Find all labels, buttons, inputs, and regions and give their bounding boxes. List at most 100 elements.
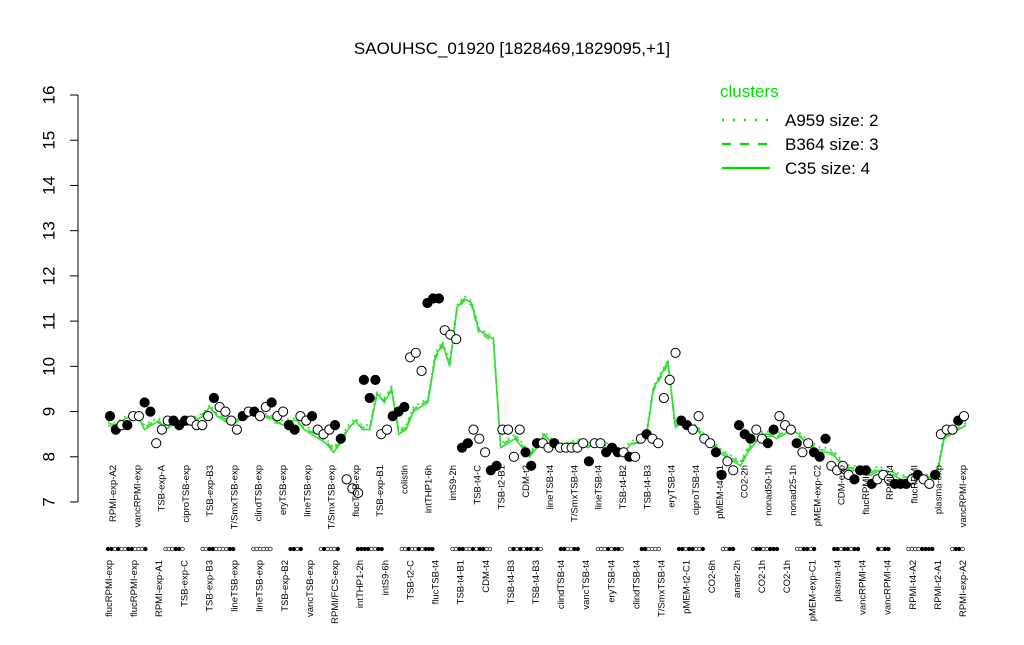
sample-label-upper: ciproTSB-exp xyxy=(181,465,192,523)
sample-label-upper: eryTSB-t4 xyxy=(667,465,678,508)
data-point xyxy=(306,411,318,422)
data-point xyxy=(583,456,595,467)
rug-marker xyxy=(231,546,236,552)
upper-sample-labels: RPMI-exp-A2 vancRPMI-exp TSB-exp-A ciproTSB… xyxy=(108,464,969,529)
legend-title: clusters xyxy=(720,82,779,101)
data-point xyxy=(226,415,237,426)
legend-label: C35 size: 4 xyxy=(785,159,870,178)
data-point xyxy=(503,424,514,435)
sample-label-lower: RPMI/FCS-exp xyxy=(330,560,341,624)
sample-label-upper: colistin xyxy=(399,465,410,494)
sample-label-lower: vancTSB-t4 xyxy=(581,560,592,610)
data-point xyxy=(595,438,606,449)
y-tick-label: 12 xyxy=(39,266,58,285)
sample-label-lower: CDM-t4 xyxy=(481,560,492,593)
data-point xyxy=(381,424,393,435)
data-point xyxy=(508,451,520,462)
data-point xyxy=(745,433,756,444)
y-tick-label: 16 xyxy=(39,86,58,105)
sample-label-lower: CO2-1h xyxy=(782,560,793,593)
line-chart: SAOUHSC_01920 [1828469,1829095,+1] 7 8 9 10… xyxy=(39,39,970,624)
sample-label-lower: TSB-t4-B1 xyxy=(456,560,467,604)
data-point xyxy=(820,433,831,444)
data-point xyxy=(578,438,589,449)
sample-label-upper: RPMI-t4 xyxy=(885,465,896,500)
sample-label-lower: vancRPMI-t4 xyxy=(883,560,894,615)
rug-marker xyxy=(487,546,493,552)
data-point xyxy=(468,424,479,435)
sample-label-lower: CO2-6h xyxy=(707,560,718,593)
data-point xyxy=(791,438,802,449)
sample-label-upper: CDM-t2 xyxy=(521,465,532,498)
sample-label-upper: pMEM-exp-C2 xyxy=(812,465,823,526)
data-point xyxy=(462,438,473,449)
y-axis: 7 8 9 10 11 12 13 14 15 16 xyxy=(39,86,79,507)
data-point xyxy=(197,420,208,431)
sample-label-upper: intTHP1-6h xyxy=(424,465,435,513)
y-tick-label: 10 xyxy=(39,357,58,376)
data-point xyxy=(693,411,704,422)
data-point xyxy=(133,411,144,422)
rug-marker xyxy=(855,546,861,552)
sample-label-upper: nonad50-1h xyxy=(764,465,775,516)
sample-label-lower: vancRPMI-t4 xyxy=(858,560,869,615)
data-point xyxy=(797,447,808,458)
data-point xyxy=(670,347,681,358)
rug-marker xyxy=(430,546,435,552)
sample-label-lower: clindTSB-t4 xyxy=(556,560,567,609)
legend-label: A959 size: 2 xyxy=(785,111,879,130)
data-point xyxy=(156,424,167,435)
sample-label-lower: clindTSB-t4 xyxy=(632,560,643,609)
sample-label-upper: TSB-t4-B3 xyxy=(642,465,653,509)
sample-label-lower: RPMI-t4-A2 xyxy=(908,560,919,610)
rug-marker xyxy=(298,546,303,552)
data-point xyxy=(410,347,421,358)
sample-label-lower: flucTSB-t4 xyxy=(431,560,442,604)
data-point xyxy=(220,406,231,417)
data-point xyxy=(630,451,641,462)
data-point xyxy=(208,392,219,404)
data-point xyxy=(814,451,825,462)
data-point xyxy=(416,365,427,376)
data-point xyxy=(139,397,150,408)
sample-label-lower: TSB-t4-B3 xyxy=(506,560,517,604)
legend-label: B364 size: 3 xyxy=(785,135,879,154)
sample-label-upper: T/SmxTSB-exp xyxy=(327,465,338,529)
data-point xyxy=(145,406,156,417)
y-tick-label: 11 xyxy=(39,312,58,330)
sample-label-upper: lineTSB-exp xyxy=(302,465,313,517)
data-point xyxy=(751,424,762,435)
rug-marker xyxy=(619,546,624,552)
data-point xyxy=(203,411,214,422)
rug-marker xyxy=(268,546,273,552)
sample-label-upper: plasma-exp xyxy=(934,465,945,514)
sample-label-lower: vancTSB-exp xyxy=(305,560,316,617)
sample-label-lower: flucRPMI-exp xyxy=(129,560,140,617)
sample-label-upper: flucTSB-exp xyxy=(351,465,362,517)
data-point xyxy=(658,392,670,404)
sample-label-lower: intS9-6h xyxy=(380,560,391,595)
data-point xyxy=(341,474,352,485)
data-point xyxy=(122,420,133,431)
data-point xyxy=(762,438,773,449)
sample-label-lower: CO2-1h xyxy=(757,560,768,593)
rug-marker xyxy=(930,546,935,552)
sample-label-upper: vancRPMI-exp xyxy=(132,465,143,527)
sample-label-upper: CDM-exp xyxy=(837,465,848,505)
rug-marker xyxy=(656,546,661,552)
data-point xyxy=(399,401,410,413)
data-point xyxy=(774,411,785,422)
data-point xyxy=(451,334,462,345)
sample-label-lower: TSB-t4-B3 xyxy=(531,560,542,604)
sample-label-upper: eryTSB-exp xyxy=(278,465,289,515)
rug-marker xyxy=(143,546,148,552)
rug-marker xyxy=(811,546,817,552)
rug-marker xyxy=(886,546,891,552)
sample-label-lower: RPMI-t2-A1 xyxy=(933,560,944,610)
sample-label-upper: RPMI-exp-A2 xyxy=(108,465,119,522)
sample-label-lower: lineTSB-exp xyxy=(255,560,266,612)
sample-label-upper: TSB-exp-B3 xyxy=(205,465,216,517)
sample-label-lower: TSB-exp-B2 xyxy=(280,560,291,612)
lower-sample-labels: flucRPMI-exp flucRPMI-exp RPMI-exp-A1 TSB-e… xyxy=(104,560,969,624)
sample-label-upper: nonad25-1h xyxy=(788,465,799,516)
